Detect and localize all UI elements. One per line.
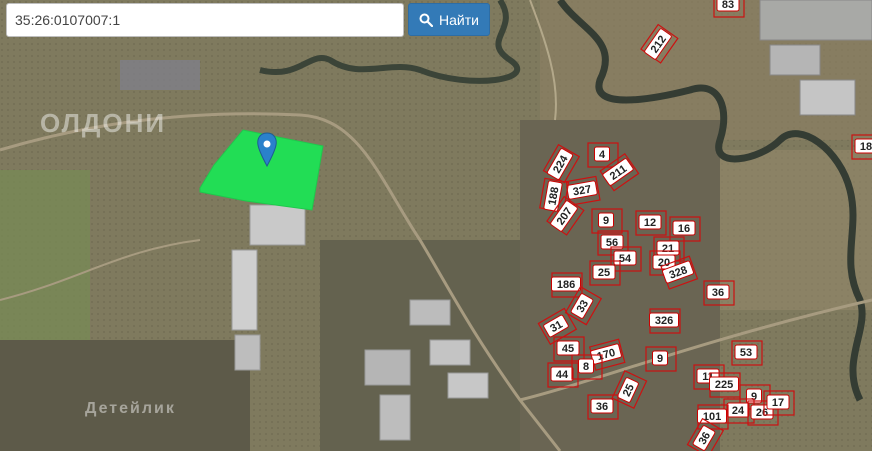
building [447, 372, 489, 399]
parcel-label: 26 [756, 407, 768, 419]
parcel-label: 44 [556, 369, 569, 381]
search-bar [6, 3, 404, 37]
parcel-label: 20 [658, 257, 670, 269]
search-button-label: Найти [439, 11, 479, 28]
parcel-label: 54 [619, 253, 632, 265]
parcel-label: 4 [599, 149, 606, 161]
parcel-label: 186 [557, 279, 575, 291]
search-button[interactable]: Найти [408, 3, 490, 36]
parcel-label: 24 [732, 405, 745, 417]
building [234, 334, 261, 371]
parcel-label: 101 [703, 411, 721, 423]
parcel-label: 18 [860, 141, 872, 153]
building [364, 349, 411, 386]
building [379, 394, 411, 441]
parcel-label: 36 [596, 401, 608, 413]
parcel-label: 9 [603, 215, 609, 227]
building [769, 44, 821, 76]
parcel-label: 8 [583, 361, 589, 373]
parcel-label: 53 [740, 347, 752, 359]
cadastral-search-input[interactable] [7, 4, 403, 36]
parcel-label: 83 [722, 0, 734, 11]
parcel-label: 17 [772, 397, 784, 409]
building [759, 0, 872, 41]
parcel-label: 12 [644, 217, 656, 229]
search-icon [419, 13, 434, 27]
parcel-label: 326 [655, 315, 673, 327]
building [409, 299, 451, 326]
watermark-bottom: Детейлик [85, 400, 176, 417]
parcel-label: 21 [662, 243, 674, 255]
parcel-label: 25 [598, 267, 610, 279]
parcel-label: 16 [678, 223, 690, 235]
parcel-label: 45 [562, 343, 574, 355]
terrain-town [320, 240, 520, 451]
terrain-dark-sw [0, 340, 250, 451]
building [799, 79, 856, 116]
building [120, 60, 200, 90]
satellite-map[interactable]: 83 212 18 224 4 327 211 188 207 9 12 16 56 21 54 20 25 32… [0, 0, 872, 451]
building [429, 339, 471, 366]
parcel-label: 225 [715, 379, 733, 391]
watermark-top: ОЛДОНИ [40, 108, 167, 138]
building [249, 204, 306, 246]
building [231, 249, 258, 331]
terrain-field-w [0, 170, 90, 340]
map-canvas[interactable]: 8321218224 4327211188207 9 12 1656 2154 2025 32… [0, 0, 872, 451]
parcel-label: 9 [657, 353, 663, 365]
parcel-label: 36 [712, 287, 724, 299]
